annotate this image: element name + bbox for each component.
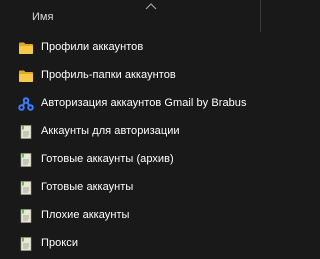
list-item-label: Профиль-папки аккаунтов: [41, 69, 176, 81]
column-name-header[interactable]: Имя: [32, 11, 53, 23]
text-file-icon: [20, 209, 32, 223]
text-file-icon: [20, 237, 32, 251]
list-item-folder-profile-folders[interactable]: Профиль-папки аккаунтов: [0, 62, 266, 90]
column-divider[interactable]: [260, 0, 261, 32]
column-header: Имя: [0, 0, 266, 32]
list-item-file-proxy[interactable]: Прокси: [0, 230, 266, 258]
folder-icon: [19, 42, 33, 54]
list-item-label: Авторизация аккаунтов Gmail by Brabus: [41, 97, 247, 109]
folder-icon: [19, 70, 33, 82]
text-file-icon: [20, 125, 32, 139]
list-item-file-ready-accounts-archive[interactable]: Готовые аккаунты (архив): [0, 146, 266, 174]
list-item-file-accounts-for-auth[interactable]: Аккаунты для авторизации: [0, 118, 266, 146]
sort-chevron-up-icon[interactable]: [145, 2, 157, 10]
list-item-file-ready-accounts[interactable]: Готовые аккаунты: [0, 174, 266, 202]
list-item-label: Прокси: [41, 237, 79, 249]
list-item-label: Готовые аккаунты (архив): [41, 153, 174, 165]
list-item-label: Аккаунты для авторизации: [41, 125, 180, 137]
list-item-label: Плохие аккаунты: [41, 209, 130, 221]
app-shortcut-icon: [18, 97, 34, 111]
list-item-app-gmail-auth[interactable]: Авторизация аккаунтов Gmail by Brabus: [0, 90, 266, 118]
text-file-icon: [20, 153, 32, 167]
list-item-file-bad-accounts[interactable]: Плохие аккаунты: [0, 202, 266, 230]
text-file-icon: [20, 181, 32, 195]
list-item-folder-profiles[interactable]: Профили аккаунтов: [0, 34, 266, 62]
list-item-label: Профили аккаунтов: [41, 41, 144, 53]
list-item-label: Готовые аккаунты: [41, 181, 134, 193]
